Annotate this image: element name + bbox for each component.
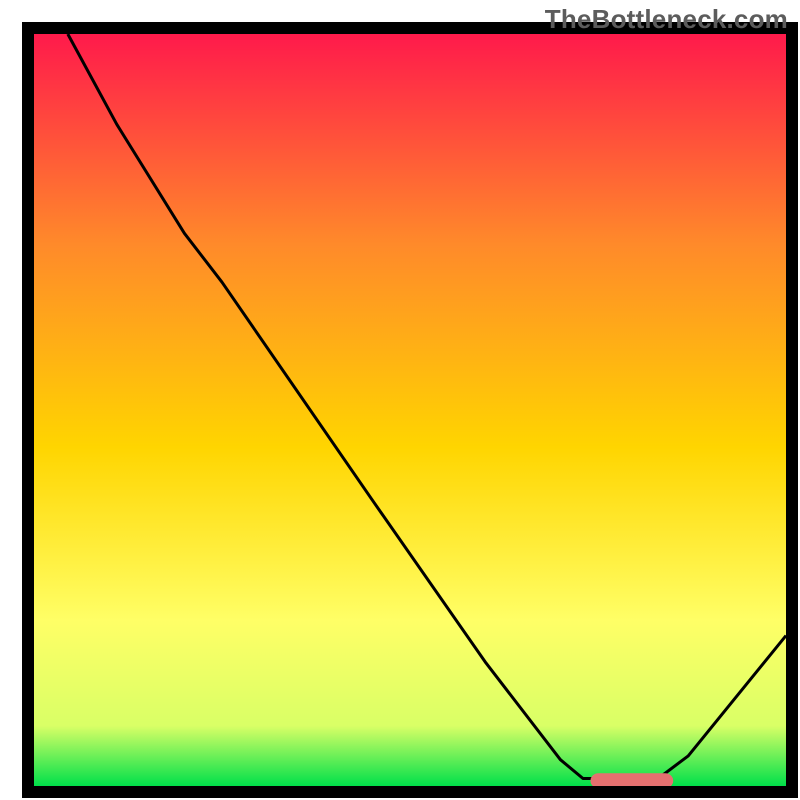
bottleneck-chart: TheBottleneck.com (0, 0, 800, 800)
plot-background (34, 34, 786, 786)
chart-svg (0, 0, 800, 800)
watermark-text: TheBottleneck.com (545, 4, 788, 35)
